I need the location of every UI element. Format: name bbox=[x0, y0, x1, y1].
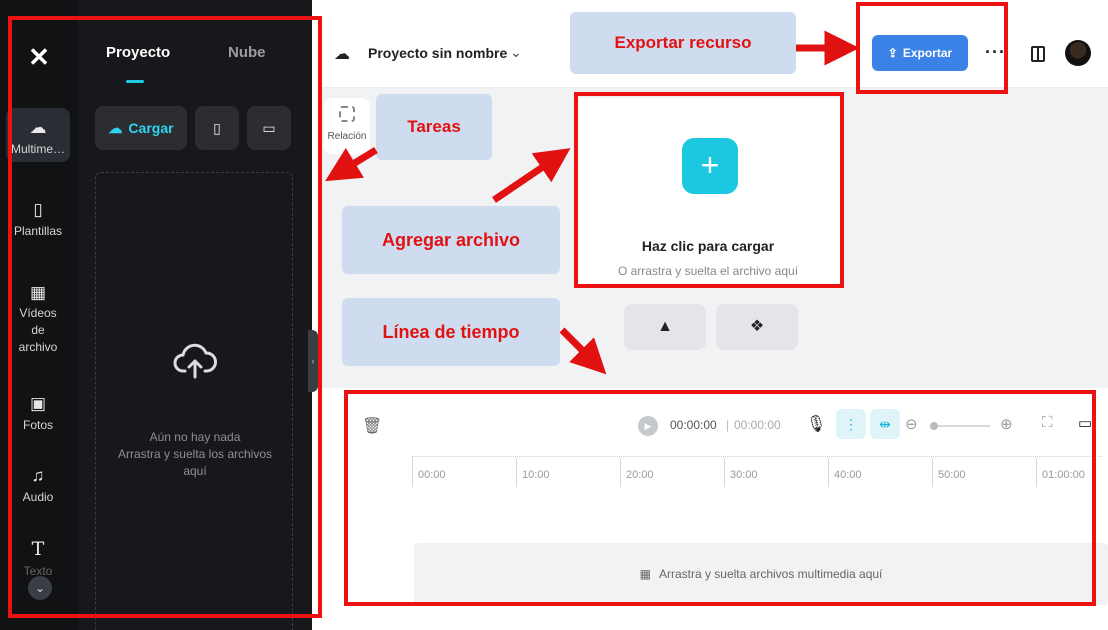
arrow-add-file bbox=[492, 148, 571, 203]
arrow-tasks bbox=[325, 147, 378, 182]
annotation-arrows bbox=[325, 30, 860, 375]
arrow-timeline bbox=[559, 327, 607, 375]
app-root: ✕ ☁ Multime… ▯ Plantillas ▦ Vídeos de ar… bbox=[0, 0, 1108, 630]
